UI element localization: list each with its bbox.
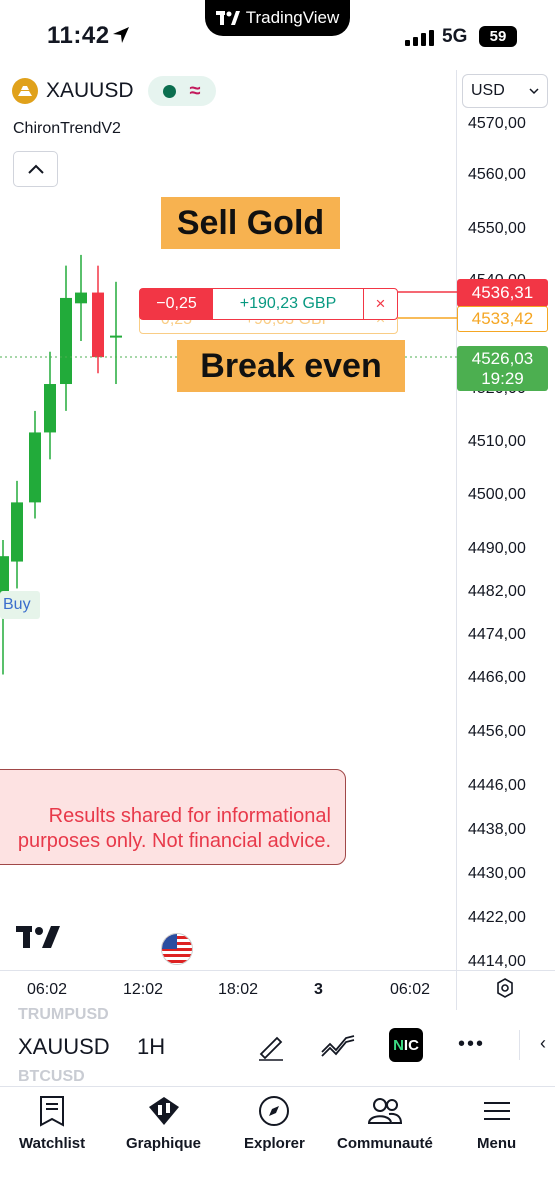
price-tick: 4446,00	[468, 777, 526, 794]
nav-explorer[interactable]: Explorer	[244, 1095, 305, 1152]
price-tick: 4550,00	[468, 220, 526, 237]
price-tick: 4422,00	[468, 909, 526, 926]
position-qty[interactable]: −0,25	[140, 289, 213, 319]
price-tick: 4466,00	[468, 669, 526, 686]
time-tick: 06:02	[390, 981, 431, 998]
gold-coin-icon	[12, 78, 38, 104]
chevron-down-icon	[529, 88, 539, 95]
currency-value: USD	[471, 82, 505, 99]
nav-label: Menu	[477, 1135, 517, 1152]
price-tick: 4490,00	[468, 540, 526, 557]
break-even-annotation: Break even	[177, 340, 405, 392]
collapse-indicators-button[interactable]	[13, 151, 58, 187]
approx-icon: ≈	[189, 79, 201, 102]
price-tick: 4482,00	[468, 583, 526, 600]
time-axis[interactable]: 06:02 12:02 18:02 3 06:02	[0, 970, 555, 1010]
menu-icon	[483, 1102, 510, 1120]
disclaimer-box: Results shared for informational purpose…	[0, 769, 346, 865]
position-order-line[interactable]: −0,25 +190,23 GBP ×	[139, 288, 398, 320]
currency-select[interactable]: USD	[462, 74, 548, 108]
us-flag-event-icon[interactable]	[161, 933, 193, 965]
nav-label: Watchlist	[19, 1135, 86, 1152]
indicators-icon[interactable]	[320, 1030, 356, 1060]
nav-chart[interactable]: Graphique	[126, 1095, 201, 1152]
chevron-up-icon	[27, 164, 44, 174]
sell-gold-annotation: Sell Gold	[161, 197, 340, 249]
last-price-tag: 4526,03 19:29	[457, 346, 548, 391]
bottom-navigation: Watchlist Graphique Explorer Communauté …	[0, 1086, 555, 1200]
tradingview-watermark-icon[interactable]	[16, 926, 60, 948]
price-tick: 4438,00	[468, 821, 526, 838]
time-tick: 18:02	[218, 981, 259, 998]
price-tick: 4414,00	[468, 953, 526, 970]
symbol-name[interactable]: XAUUSD	[46, 79, 134, 103]
last-price: 4526,03	[471, 348, 534, 368]
nav-label: Explorer	[244, 1135, 305, 1152]
compass-icon	[259, 1096, 290, 1126]
nav-label: Communauté	[337, 1135, 433, 1152]
next-symbol-ghost: BTCUSD	[18, 1068, 85, 1085]
nav-watchlist[interactable]: Watchlist	[19, 1095, 85, 1152]
toolbar-separator	[519, 1030, 520, 1060]
price-tick: 4500,00	[468, 486, 526, 503]
drawing-pen-icon[interactable]	[255, 1030, 287, 1062]
nav-label: Graphique	[126, 1135, 202, 1152]
position-pnl: +190,23 GBP	[213, 289, 364, 319]
toolbar-scroll-icon[interactable]: ‹	[540, 1033, 546, 1054]
market-status-pill[interactable]: ≈	[147, 76, 216, 106]
price-tick: 4510,00	[468, 433, 526, 450]
time-tick: 12:02	[123, 981, 164, 998]
time-tick: 06:02	[27, 981, 68, 998]
nav-menu[interactable]: Menu	[477, 1095, 516, 1152]
buy-signal-label: Buy	[0, 591, 40, 619]
market-open-dot-icon	[162, 84, 176, 98]
more-options-icon[interactable]: •••	[458, 1033, 485, 1056]
nic-indicator-button[interactable]: N IC	[389, 1028, 423, 1062]
axis-divider	[456, 970, 457, 1010]
price-tick: 4456,00	[468, 723, 526, 740]
indicator-name[interactable]: ChironTrendV2	[13, 120, 121, 138]
community-icon	[367, 1098, 402, 1124]
prev-symbol-ghost: TRUMPUSD	[18, 1006, 109, 1023]
watchlist-icon	[40, 1096, 65, 1127]
bar-countdown: 19:29	[481, 368, 524, 388]
price-tick: 4474,00	[468, 626, 526, 643]
close-position-icon[interactable]: ×	[364, 294, 397, 314]
price-tick: 4570,00	[468, 115, 526, 132]
interval-button[interactable]: 1H	[137, 1034, 165, 1060]
break-even-price-tag: 4533,42	[457, 306, 548, 332]
disclaimer-line-1: Results shared for informational	[48, 805, 331, 827]
nav-community[interactable]: Communauté	[337, 1095, 433, 1152]
disclaimer-line-2: purposes only. Not financial advice.	[17, 830, 331, 852]
toolbar-symbol[interactable]: XAUUSD	[18, 1034, 110, 1060]
chart-settings-icon[interactable]	[493, 976, 517, 1000]
price-tick: 4560,00	[468, 166, 526, 183]
symbol-header[interactable]: XAUUSD ≈	[12, 76, 216, 106]
chart-icon	[148, 1097, 179, 1125]
price-tick: 4430,00	[468, 865, 526, 882]
entry-price-tag: 4536,31	[457, 279, 548, 307]
time-tick: 3	[314, 981, 323, 998]
